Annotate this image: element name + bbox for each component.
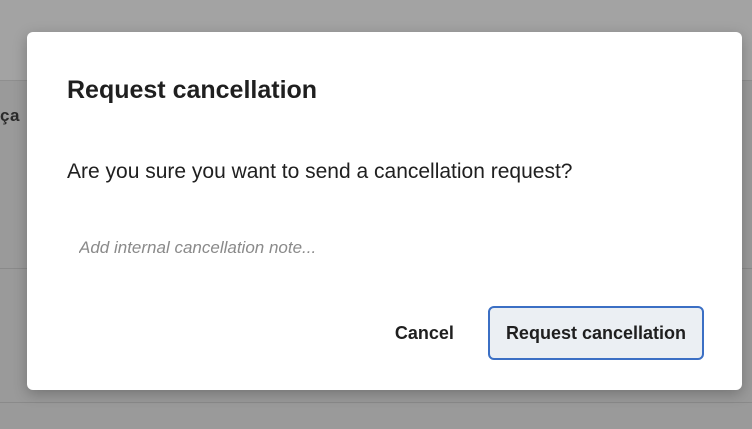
cancellation-dialog: Request cancellation Are you sure you wa… bbox=[27, 32, 742, 390]
background-divider bbox=[0, 402, 752, 403]
request-cancellation-button[interactable]: Request cancellation bbox=[487, 306, 704, 360]
dialog-actions: Cancel Request cancellation bbox=[395, 306, 704, 360]
cancel-button[interactable]: Cancel bbox=[395, 317, 454, 350]
background-text-fragment: ça bbox=[0, 106, 20, 125]
dialog-title: Request cancellation bbox=[67, 76, 318, 104]
dialog-message: Are you sure you want to send a cancella… bbox=[67, 160, 573, 183]
cancellation-note-input[interactable] bbox=[67, 230, 687, 266]
